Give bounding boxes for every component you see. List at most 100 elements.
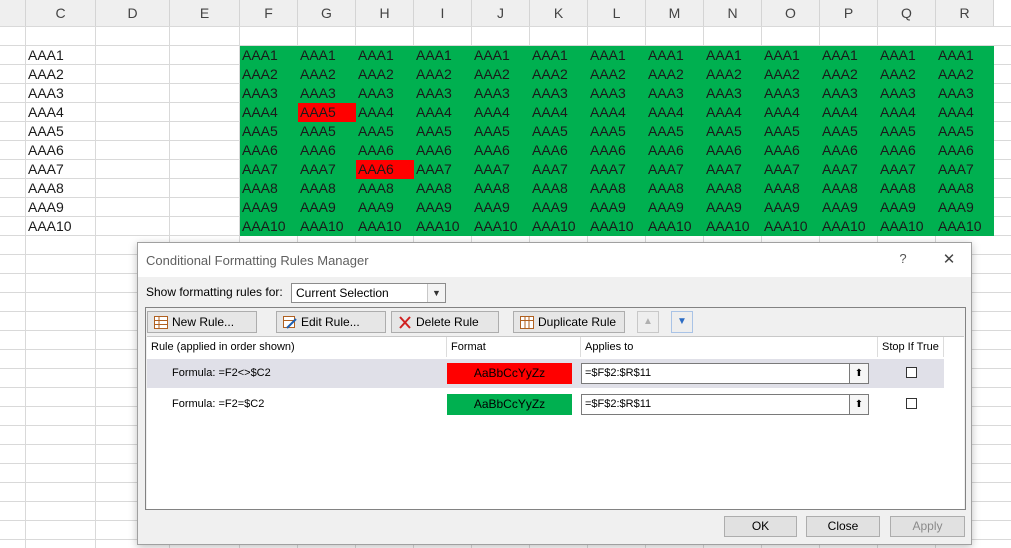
formatted-cell[interactable]: AAA2 — [356, 65, 414, 84]
formatted-cell[interactable]: AAA3 — [704, 84, 762, 103]
formatted-cell[interactable]: AAA3 — [356, 84, 414, 103]
formatted-cell[interactable]: AAA4 — [762, 103, 820, 122]
formatted-cell[interactable]: AAA8 — [298, 179, 356, 198]
column-header-k[interactable]: K — [530, 0, 588, 27]
formatted-cell[interactable]: AAA2 — [472, 65, 530, 84]
formatted-cell[interactable]: AAA10 — [356, 217, 414, 236]
formatted-cell[interactable]: AAA5 — [414, 122, 472, 141]
column-header-l[interactable]: L — [588, 0, 646, 27]
formatted-cell[interactable]: AAA10 — [472, 217, 530, 236]
formatted-cell[interactable]: AAA1 — [704, 46, 762, 65]
formatted-cell[interactable]: AAA7 — [704, 160, 762, 179]
formatted-cell[interactable]: AAA7 — [240, 160, 298, 179]
formatted-cell[interactable]: AAA3 — [878, 84, 936, 103]
formatted-cell[interactable]: AAA9 — [820, 198, 878, 217]
formatted-cell[interactable]: AAA10 — [530, 217, 588, 236]
formatted-cell[interactable]: AAA8 — [240, 179, 298, 198]
formatted-cell[interactable]: AAA3 — [588, 84, 646, 103]
cell-c[interactable]: AAA3 — [26, 84, 96, 103]
formatted-cell[interactable]: AAA8 — [356, 179, 414, 198]
formatted-cell[interactable]: AAA2 — [878, 65, 936, 84]
formatted-cell[interactable]: AAA6 — [936, 141, 994, 160]
formatted-cell[interactable]: AAA6 — [704, 141, 762, 160]
ok-button[interactable]: OK — [724, 516, 797, 537]
formatted-cell[interactable]: AAA9 — [298, 198, 356, 217]
formatted-cell[interactable]: AAA4 — [240, 103, 298, 122]
column-header-d[interactable]: D — [96, 0, 170, 27]
column-header-r[interactable]: R — [936, 0, 994, 27]
formatted-cell[interactable]: AAA9 — [588, 198, 646, 217]
column-header-p[interactable]: P — [820, 0, 878, 27]
formatted-cell[interactable]: AAA7 — [936, 160, 994, 179]
formatted-cell[interactable]: AAA2 — [704, 65, 762, 84]
formatted-cell[interactable]: AAA9 — [936, 198, 994, 217]
column-header-g[interactable]: G — [298, 0, 356, 27]
collapse-range-icon[interactable]: ⬆ — [849, 364, 868, 383]
formatted-cell[interactable]: AAA4 — [588, 103, 646, 122]
formatted-cell[interactable]: AAA7 — [414, 160, 472, 179]
column-header-j[interactable]: J — [472, 0, 530, 27]
formatted-cell[interactable]: AAA8 — [414, 179, 472, 198]
formatted-cell[interactable]: AAA6 — [762, 141, 820, 160]
formatted-cell[interactable]: AAA7 — [298, 160, 356, 179]
formatted-cell[interactable]: AAA6 — [878, 141, 936, 160]
column-header-n[interactable]: N — [704, 0, 762, 27]
edit-rule-button[interactable]: Edit Rule... — [276, 311, 386, 333]
formatted-cell[interactable]: AAA4 — [414, 103, 472, 122]
scope-dropdown[interactable]: Current Selection ▼ — [291, 283, 446, 303]
formatted-cell[interactable]: AAA4 — [646, 103, 704, 122]
formatted-cell[interactable]: AAA6 — [588, 141, 646, 160]
formatted-cell[interactable]: AAA4 — [356, 103, 414, 122]
select-all-corner[interactable] — [0, 0, 26, 27]
formatted-cell[interactable]: AAA1 — [820, 46, 878, 65]
formatted-cell[interactable]: AAA10 — [240, 217, 298, 236]
formatted-cell[interactable]: AAA9 — [472, 198, 530, 217]
formatted-cell[interactable]: AAA4 — [472, 103, 530, 122]
formatted-cell[interactable]: AAA4 — [820, 103, 878, 122]
formatted-cell[interactable]: AAA4 — [878, 103, 936, 122]
formatted-cell[interactable]: AAA1 — [530, 46, 588, 65]
formatted-cell[interactable]: AAA8 — [762, 179, 820, 198]
formatted-cell[interactable]: AAA3 — [414, 84, 472, 103]
formatted-cell[interactable]: AAA6 — [472, 141, 530, 160]
formatted-cell[interactable]: AAA8 — [472, 179, 530, 198]
formatted-cell[interactable]: AAA3 — [820, 84, 878, 103]
formatted-cell[interactable]: AAA10 — [704, 217, 762, 236]
cell-c[interactable]: AAA8 — [26, 179, 96, 198]
help-button[interactable]: ? — [893, 251, 913, 269]
formatted-cell[interactable]: AAA8 — [530, 179, 588, 198]
formatted-cell[interactable]: AAA2 — [646, 65, 704, 84]
formatted-cell[interactable]: AAA5 — [240, 122, 298, 141]
formatted-cell[interactable]: AAA9 — [356, 198, 414, 217]
formatted-cell[interactable]: AAA5 — [878, 122, 936, 141]
formatted-cell[interactable]: AAA1 — [588, 46, 646, 65]
close-button[interactable]: Close — [806, 516, 880, 537]
formatted-cell[interactable]: AAA9 — [646, 198, 704, 217]
duplicate-rule-button[interactable]: Duplicate Rule — [513, 311, 625, 333]
formatted-cell[interactable]: AAA4 — [936, 103, 994, 122]
formatted-cell[interactable]: AAA10 — [298, 217, 356, 236]
formatted-cell[interactable]: AAA1 — [646, 46, 704, 65]
formatted-cell[interactable]: AAA10 — [820, 217, 878, 236]
formatted-cell[interactable]: AAA10 — [878, 217, 936, 236]
formatted-cell[interactable]: AAA5 — [588, 122, 646, 141]
column-header-o[interactable]: O — [762, 0, 820, 27]
formatted-cell[interactable]: AAA8 — [588, 179, 646, 198]
formatted-cell[interactable]: AAA5 — [936, 122, 994, 141]
formatted-cell[interactable]: AAA5 — [356, 122, 414, 141]
formatted-cell[interactable]: AAA2 — [588, 65, 646, 84]
formatted-cell[interactable]: AAA3 — [646, 84, 704, 103]
formatted-cell[interactable]: AAA9 — [414, 198, 472, 217]
stop-if-true-checkbox[interactable] — [906, 367, 917, 378]
formatted-cell[interactable]: AAA6 — [240, 141, 298, 160]
formatted-cell[interactable]: AAA5 — [762, 122, 820, 141]
rule-row[interactable]: Formula: =F2=$C2 AaBbCcYyZz =$F$2:$R$11 … — [147, 390, 944, 419]
delete-rule-button[interactable]: Delete Rule — [391, 311, 499, 333]
formatted-cell[interactable]: AAA7 — [588, 160, 646, 179]
formatted-cell[interactable]: AAA10 — [762, 217, 820, 236]
new-rule-button[interactable]: New Rule... — [147, 311, 257, 333]
applies-to-field[interactable]: =$F$2:$R$11 ⬆ — [581, 394, 869, 415]
formatted-cell[interactable]: AAA9 — [878, 198, 936, 217]
formatted-cell[interactable]: AAA2 — [530, 65, 588, 84]
formatted-cell[interactable]: AAA6 — [530, 141, 588, 160]
